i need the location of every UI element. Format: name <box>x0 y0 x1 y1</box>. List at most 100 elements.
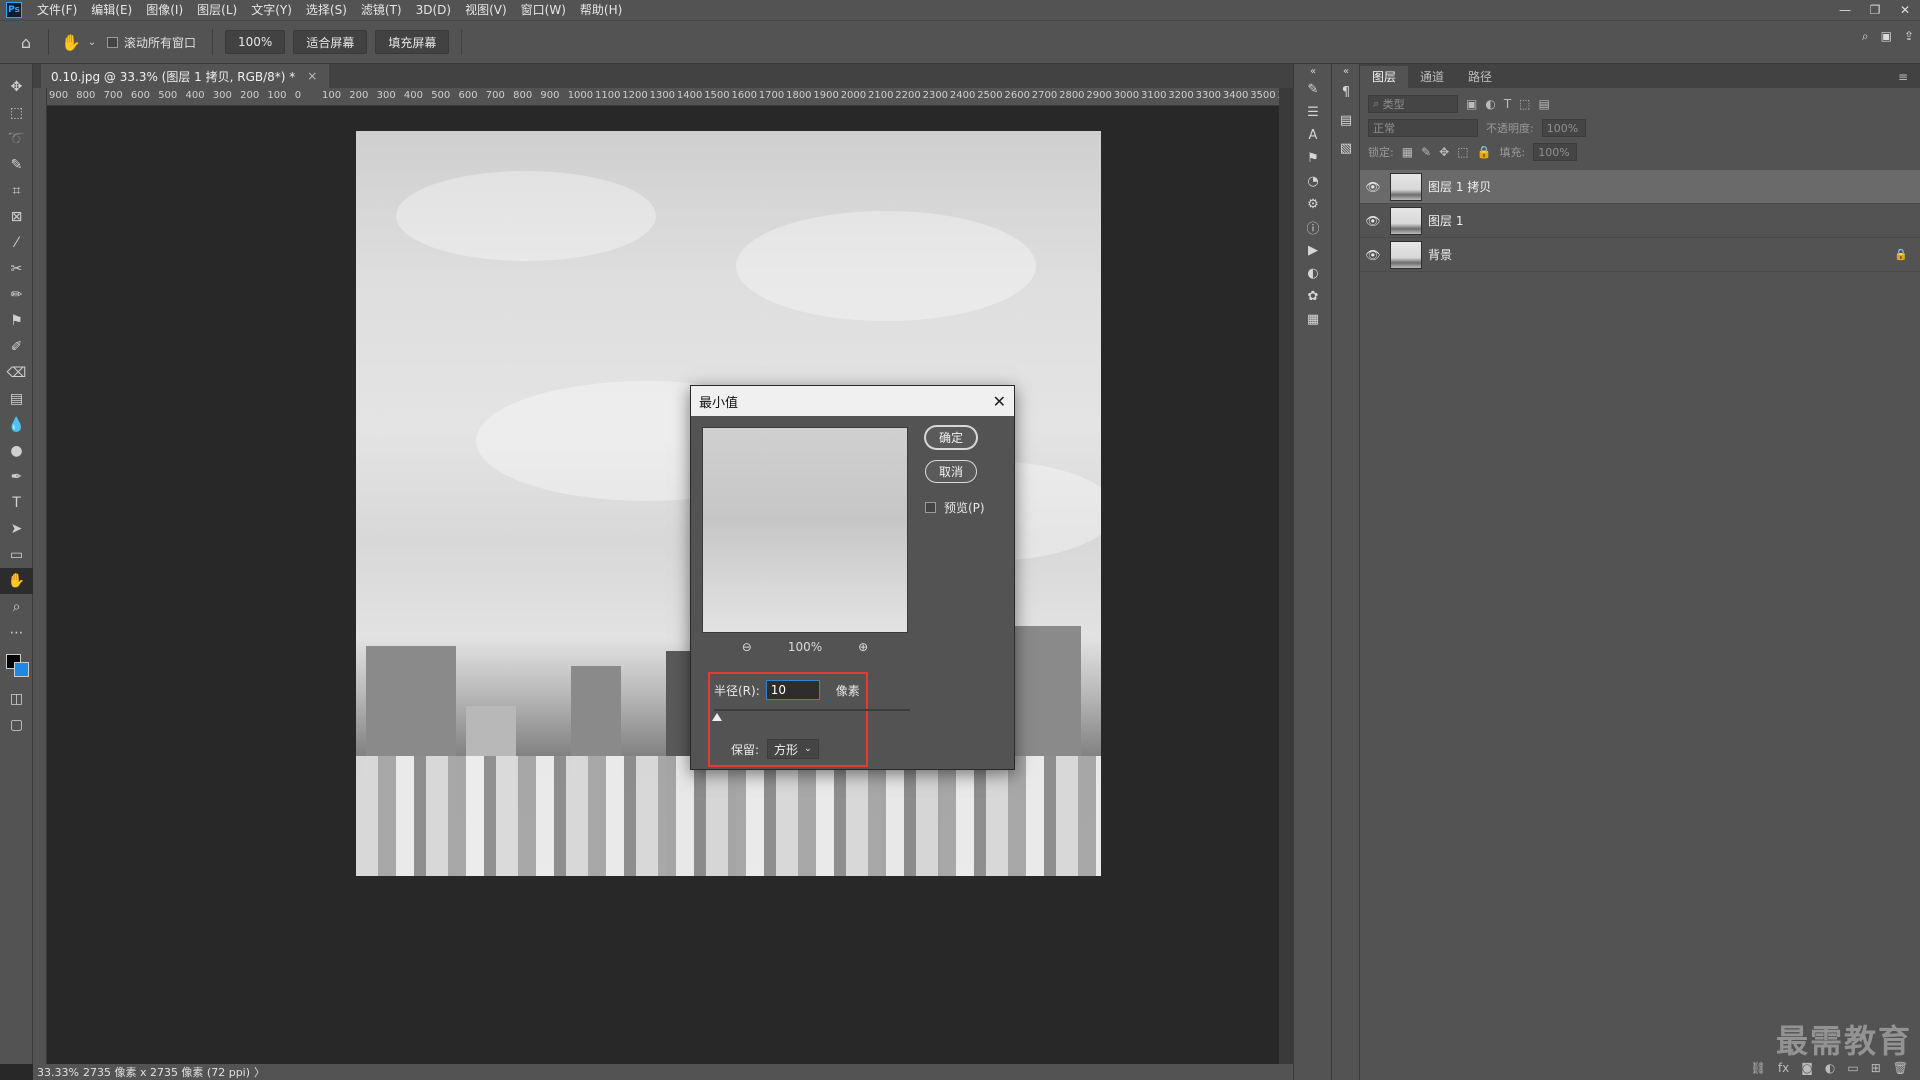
gradient-tool-icon[interactable]: ▤ <box>0 386 33 412</box>
fit-screen-button[interactable]: 适合屏幕 <box>293 30 368 54</box>
new-layer-icon[interactable]: ⊞ <box>1871 1061 1881 1075</box>
scroll-all-windows-checkbox[interactable]: 滚动所有窗口 <box>107 34 196 51</box>
tab-layers[interactable]: 图层 <box>1360 66 1409 88</box>
layer-row[interactable]: 👁 背景 🔒 <box>1360 238 1920 272</box>
eye-icon[interactable]: 👁 <box>1360 248 1386 262</box>
status-arrow[interactable]: 〉 <box>254 1064 265 1080</box>
libraries-icon[interactable]: ▤ <box>1332 106 1360 134</box>
menu-item[interactable]: 图像(I) <box>139 0 190 20</box>
lock-artboard-icon[interactable]: ⬚ <box>1457 145 1468 159</box>
rectangle-tool-icon[interactable]: ▭ <box>0 542 33 568</box>
character-icon[interactable]: A <box>1294 124 1332 147</box>
menu-item[interactable]: 3D(D) <box>409 0 458 20</box>
menu-item[interactable]: 窗口(W) <box>514 0 573 20</box>
blur-tool-icon[interactable]: 💧 <box>0 412 33 438</box>
eyedropper-tool-icon[interactable]: ⁄ <box>0 230 33 256</box>
adjustment-icon[interactable]: ◐ <box>1825 1061 1835 1075</box>
screen-mode-icon[interactable]: ▢ <box>0 712 33 738</box>
marquee-tool-icon[interactable]: ⬚ <box>0 100 33 126</box>
close-icon[interactable]: ✕ <box>993 392 1006 411</box>
opacity-field[interactable]: 100% <box>1541 119 1586 137</box>
history-icon[interactable]: ◔ <box>1294 170 1332 193</box>
menu-item[interactable]: 编辑(E) <box>84 0 139 20</box>
hand-tool-icon[interactable]: ✋ <box>57 28 85 56</box>
brush-tool-icon[interactable]: ✏ <box>0 282 33 308</box>
dodge-tool-icon[interactable]: ● <box>0 438 33 464</box>
radius-slider-track[interactable] <box>714 709 910 711</box>
collapse-icon[interactable]: « <box>1294 64 1332 78</box>
color-swatches[interactable] <box>0 646 33 686</box>
lock-icon[interactable]: 🔒 <box>1894 248 1920 261</box>
menu-item[interactable]: 视图(V) <box>458 0 514 20</box>
zoom-tool-icon[interactable]: ⌕ <box>0 594 33 620</box>
filter-adjust-icon[interactable]: ◐ <box>1485 97 1495 111</box>
fx-icon[interactable]: fx <box>1778 1061 1789 1075</box>
zoom-100-button[interactable]: 100% <box>225 30 286 54</box>
tab-channels[interactable]: 通道 <box>1408 66 1456 88</box>
layer-row[interactable]: 👁 图层 1 <box>1360 204 1920 238</box>
menu-item[interactable]: 选择(S) <box>299 0 354 20</box>
lock-pixels-icon[interactable]: ▦ <box>1402 145 1413 159</box>
canvas-area[interactable] <box>47 106 1293 1064</box>
quick-select-tool-icon[interactable]: ✎ <box>0 152 33 178</box>
adjustments-icon[interactable]: ☰ <box>1294 101 1332 124</box>
zoom-out-icon[interactable]: ⊖ <box>742 640 752 654</box>
radius-slider-thumb[interactable] <box>712 713 722 721</box>
lasso-tool-icon[interactable]: ➰ <box>0 126 33 152</box>
stamp-icon[interactable]: ⚑ <box>1294 147 1332 170</box>
search-icon[interactable]: ⌕ <box>1862 29 1869 44</box>
healing-tool-icon[interactable]: ✂ <box>0 256 33 282</box>
ok-button[interactable]: 确定 <box>925 426 977 449</box>
canvas-scrollbar[interactable] <box>1279 88 1293 1064</box>
link-icon[interactable]: ⛓ <box>1751 1061 1766 1075</box>
lock-move-icon[interactable]: ✥ <box>1439 145 1449 159</box>
restore-icon[interactable]: ❐ <box>1860 0 1890 20</box>
background-color[interactable] <box>14 662 29 677</box>
menu-item[interactable]: 图层(L) <box>190 0 244 20</box>
workspace-icon[interactable]: ▣ <box>1881 29 1892 44</box>
lock-all-icon[interactable]: 🔒 <box>1477 145 1492 159</box>
history-brush-icon[interactable]: ✐ <box>0 334 33 360</box>
panel-menu-icon[interactable]: ≡ <box>1886 66 1920 88</box>
notes-icon[interactable]: ▧ <box>1332 134 1360 162</box>
home-icon[interactable]: ⌂ <box>12 28 40 56</box>
checkbox-box[interactable] <box>925 502 936 513</box>
share-icon[interactable]: ⇪ <box>1904 29 1914 44</box>
pen-tool-icon[interactable]: ✒ <box>0 464 33 490</box>
filter-smart-icon[interactable]: ▤ <box>1539 97 1550 111</box>
layer-filter-select[interactable]: ⌕ 类型 <box>1368 95 1458 113</box>
filter-shape-icon[interactable]: ⬚ <box>1519 97 1530 111</box>
hand-tool-icon[interactable]: ✋ <box>0 568 33 594</box>
preserve-select[interactable]: 方形 ⌄ <box>767 739 819 759</box>
menu-item[interactable]: 文件(F) <box>30 0 84 20</box>
menu-item[interactable]: 滤镜(T) <box>354 0 409 20</box>
cancel-button[interactable]: 取消 <box>925 460 977 483</box>
brush-settings-icon[interactable]: ✎ <box>1294 78 1332 101</box>
collapse-icon[interactable]: « <box>1332 64 1360 78</box>
stamp-tool-icon[interactable]: ⚑ <box>0 308 33 334</box>
move-tool-icon[interactable]: ✥ <box>0 74 33 100</box>
lock-paint-icon[interactable]: ✎ <box>1421 145 1431 159</box>
frame-tool-icon[interactable]: ⊠ <box>0 204 33 230</box>
zoom-in-icon[interactable]: ⊕ <box>858 640 868 654</box>
grid-icon[interactable]: ▦ <box>1294 308 1332 331</box>
path-select-tool-icon[interactable]: ➤ <box>0 516 33 542</box>
folder-icon[interactable]: ▭ <box>1847 1061 1858 1075</box>
eye-icon[interactable]: 👁 <box>1360 214 1386 228</box>
fill-field[interactable]: 100% <box>1533 143 1578 161</box>
more-tools-icon[interactable]: ⋯ <box>0 620 33 646</box>
mask-icon[interactable]: ◙ <box>1801 1061 1813 1075</box>
info-icon[interactable]: ⓘ <box>1294 216 1332 239</box>
checkbox-box[interactable] <box>107 36 118 48</box>
eraser-tool-icon[interactable]: ⌫ <box>0 360 33 386</box>
fill-screen-button[interactable]: 填充屏幕 <box>375 30 450 54</box>
menu-item[interactable]: 文字(Y) <box>244 0 299 20</box>
properties-icon[interactable]: ⚙ <box>1294 193 1332 216</box>
quick-mask-icon[interactable]: ◫ <box>0 686 33 712</box>
status-zoom[interactable]: 33.33% <box>37 1066 79 1079</box>
close-icon[interactable]: ✕ <box>1890 0 1920 20</box>
swatches-icon[interactable]: ✿ <box>1294 285 1332 308</box>
eye-icon[interactable]: 👁 <box>1360 180 1386 194</box>
actions-play-icon[interactable]: ▶ <box>1294 239 1332 262</box>
minimize-icon[interactable]: — <box>1830 0 1860 20</box>
